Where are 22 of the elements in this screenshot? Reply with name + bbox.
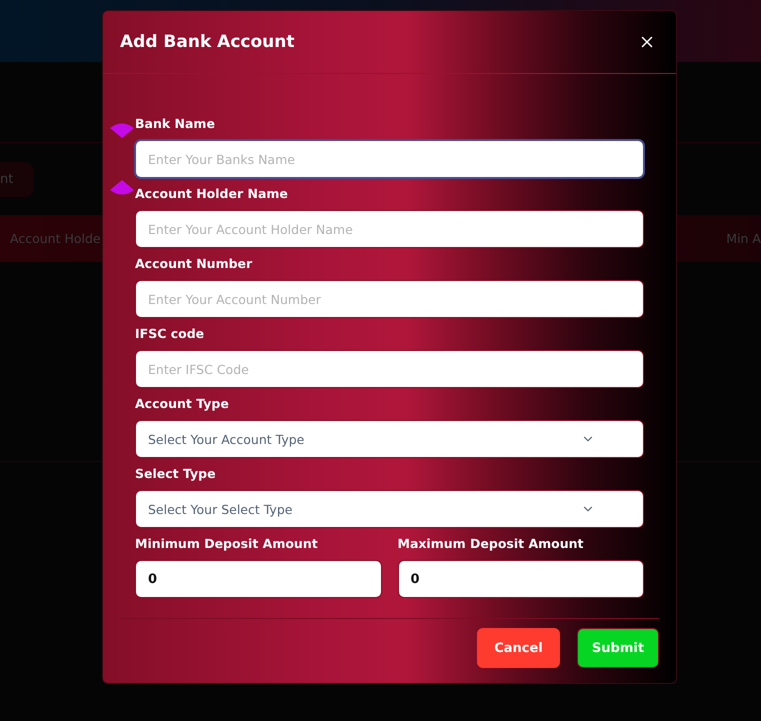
field-label: Select Type — [135, 465, 217, 483]
input-field[interactable]: Enter Your Banks Name — [135, 140, 644, 178]
column-header: Min A — [726, 231, 761, 246]
marker-icon — [110, 122, 134, 138]
number-field[interactable]: 0 — [398, 560, 644, 598]
field-label: Account Type — [135, 395, 230, 413]
marker-icon — [110, 180, 134, 196]
field-label: Account Holder Name — [135, 185, 289, 203]
input-field[interactable]: Enter Your Account Holder Name — [135, 210, 644, 248]
field-label: Bank Name — [135, 115, 216, 133]
input-field[interactable]: Enter IFSC Code — [135, 350, 644, 388]
cancel-button[interactable]: Cancel — [477, 628, 560, 668]
field-label: Account Number — [135, 255, 254, 273]
input-field[interactable]: Enter Your Account Number — [135, 280, 644, 318]
field-label: Minimum Deposit Amount — [135, 535, 319, 553]
select-field[interactable]: Select Your Account Type — [135, 420, 644, 458]
field-label: Maximum Deposit Amount — [398, 535, 585, 553]
select-field[interactable]: Select Your Select Type — [135, 490, 644, 528]
field-label: IFSC code — [135, 325, 206, 343]
column-header: Account Holde — [10, 231, 101, 246]
number-field[interactable]: 0 — [135, 560, 382, 598]
dialog-title: Add Bank Account — [120, 32, 294, 52]
